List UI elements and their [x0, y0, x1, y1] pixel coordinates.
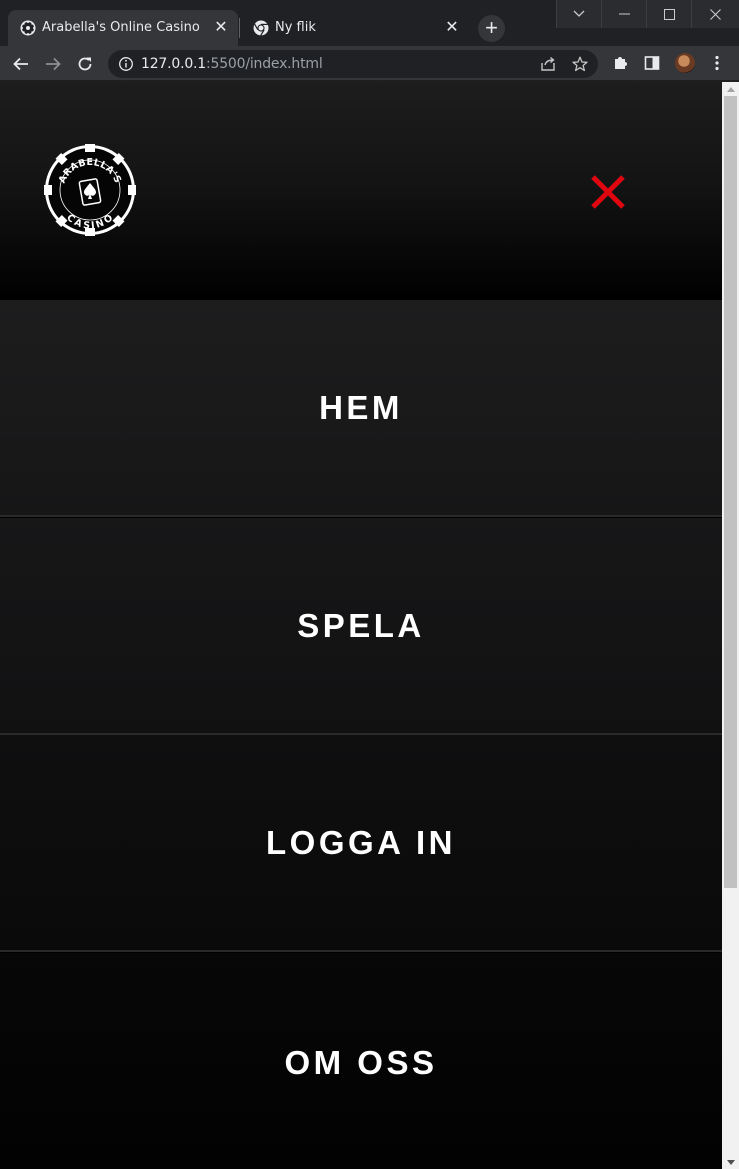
side-panel-icon[interactable] — [642, 53, 662, 73]
nav-item-om-oss[interactable]: OM OSS — [0, 953, 722, 1169]
casino-chip-logo[interactable]: ARABELLA'S CASINO — [44, 144, 136, 236]
tab-new-tab[interactable]: Ny flik ✕ — [241, 10, 469, 46]
bookmark-star-icon[interactable] — [572, 56, 588, 72]
site-info-icon[interactable] — [118, 56, 134, 72]
nav-divider — [0, 950, 722, 952]
nav-item-logga-in[interactable]: LOGGA IN — [0, 735, 722, 951]
profile-avatar[interactable] — [675, 53, 695, 73]
tab-close-icon[interactable]: ✕ — [443, 19, 461, 37]
new-tab-plus-icon[interactable]: + — [478, 15, 505, 42]
address-bar[interactable]: 127.0.0.1:5500/index.html — [108, 50, 598, 78]
tab-title: Ny flik — [275, 20, 316, 35]
nav-item-label: HEM — [319, 389, 403, 426]
forward-arrow-icon[interactable] — [41, 52, 65, 76]
share-icon[interactable] — [540, 56, 556, 72]
chrome-logo-icon — [253, 20, 269, 36]
scroll-up-arrow-icon[interactable] — [722, 82, 739, 96]
tab-search-chevron-icon[interactable] — [556, 0, 601, 28]
nav-item-label: OM OSS — [284, 1044, 438, 1081]
browser-titlebar: Arabella's Online Casino ✕ Ny flik ✕ + — [0, 0, 739, 46]
tab-close-icon[interactable]: ✕ — [212, 19, 230, 37]
window-close-icon[interactable] — [691, 0, 739, 28]
casino-chip-favicon-icon — [20, 20, 36, 36]
extensions-puzzle-icon[interactable] — [610, 53, 630, 73]
scrollbar-thumb[interactable] — [724, 96, 737, 888]
url-host: 127.0.0.1 — [141, 56, 206, 72]
scroll-down-arrow-icon[interactable] — [722, 1155, 739, 1169]
site-header: ARABELLA'S CASINO — [0, 82, 722, 300]
tab-title: Arabella's Online Casino — [42, 20, 200, 35]
kebab-menu-icon[interactable] — [707, 53, 727, 73]
playing-card-spade-icon — [78, 178, 102, 206]
url-path: :5500/index.html — [206, 56, 323, 72]
minimize-icon[interactable] — [601, 0, 646, 28]
tab-arabellas-casino[interactable]: Arabella's Online Casino ✕ — [8, 10, 238, 46]
nav-item-label: SPELA — [297, 607, 425, 644]
nav-item-label: LOGGA IN — [266, 824, 456, 861]
nav-item-spela[interactable]: SPELA — [0, 518, 722, 734]
close-menu-icon[interactable] — [590, 175, 626, 209]
maximize-icon[interactable] — [646, 0, 691, 28]
reload-icon[interactable] — [73, 52, 97, 76]
nav-item-hem[interactable]: HEM — [0, 300, 722, 516]
page-viewport: ARABELLA'S CASINO HEM SPELA LOGGA IN OM … — [0, 82, 722, 1169]
nav-divider — [0, 515, 722, 517]
url-text: 127.0.0.1:5500/index.html — [141, 56, 323, 72]
back-arrow-icon[interactable] — [9, 52, 33, 76]
tab-separator — [239, 18, 240, 38]
page-scrollbar[interactable] — [722, 82, 739, 1169]
